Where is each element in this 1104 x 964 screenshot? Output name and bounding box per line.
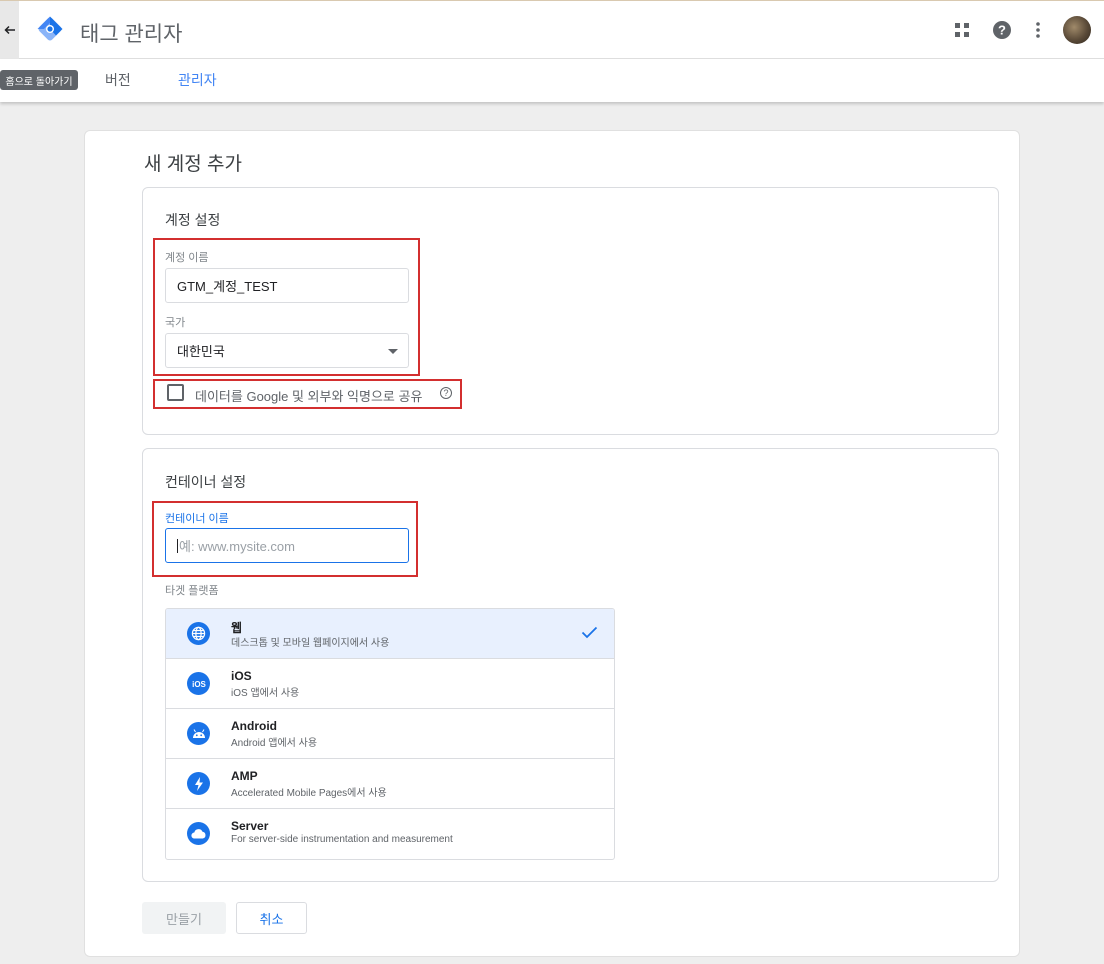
svg-text:?: ?: [998, 23, 1006, 38]
tab-versions[interactable]: 버전: [105, 70, 131, 90]
platform-name: AMP: [231, 769, 258, 783]
account-name-label: 계정 이름: [165, 252, 209, 264]
platform-server[interactable]: Server For server-side instrumentation a…: [166, 809, 614, 859]
share-data-label: 데이터를 Google 및 외부와 익명으로 공유: [195, 389, 423, 404]
account-name-value: GTM_계정_TEST: [177, 279, 278, 294]
container-settings-title: 컨테이너 설정: [165, 474, 247, 490]
help-icon[interactable]: ?: [990, 18, 1014, 42]
more-vert-icon[interactable]: [1026, 18, 1050, 42]
cloud-icon: [187, 822, 210, 845]
tab-admin[interactable]: 관리자: [178, 70, 217, 90]
platform-name: Server: [231, 819, 269, 833]
android-icon: [187, 722, 210, 745]
platform-desc: 데스크톱 및 모바일 웹페이지에서 사용: [231, 638, 390, 649]
platform-desc: Android 앱에서 사용: [231, 738, 318, 749]
globe-icon: [187, 622, 210, 645]
avatar[interactable]: [1063, 16, 1091, 44]
target-platform-label: 타겟 플랫폼: [165, 585, 219, 597]
amp-bolt-icon: [187, 772, 210, 795]
container-name-placeholder: 예: www.mysite.com: [179, 539, 295, 554]
container-name-label: 컨테이너 이름: [165, 513, 229, 525]
platform-list: 웹 데스크톱 및 모바일 웹페이지에서 사용 iOS iOS iOS 앱에서 사…: [165, 608, 615, 860]
text-caret: [177, 538, 178, 553]
account-settings-title: 계정 설정: [165, 212, 221, 228]
platform-web[interactable]: 웹 데스크톱 및 모바일 웹페이지에서 사용: [166, 609, 614, 659]
ios-icon: iOS: [187, 672, 210, 695]
sub-navigation: 홈으로 돌아가기 버전 관리자: [0, 59, 1104, 102]
container-name-input[interactable]: 예: www.mysite.com: [165, 528, 409, 563]
cancel-button[interactable]: 취소: [236, 902, 307, 934]
arrow-back-icon: [3, 25, 15, 35]
apps-grid-icon[interactable]: [950, 18, 974, 42]
back-button[interactable]: [0, 1, 19, 59]
platform-name: Android: [231, 719, 277, 733]
account-name-field[interactable]: GTM_계정_TEST: [165, 268, 409, 303]
container-settings-section: 컨테이너 설정 컨테이너 이름 예: www.mysite.com 타겟 플랫폼…: [142, 448, 999, 882]
platform-android[interactable]: Android Android 앱에서 사용: [166, 709, 614, 759]
country-select[interactable]: 대한민국: [165, 333, 409, 368]
tag-manager-logo: [37, 16, 63, 41]
dropdown-arrow-icon: [388, 349, 398, 354]
account-settings-section: 계정 설정 계정 이름 GTM_계정_TEST 국가 대한민국 데이터를 Goo…: [142, 187, 999, 435]
page-title: 새 계정 추가: [144, 154, 242, 175]
platform-desc: iOS 앱에서 사용: [231, 688, 300, 699]
create-button[interactable]: 만들기: [142, 902, 226, 934]
platform-desc: For server-side instrumentation and meas…: [231, 834, 453, 845]
help-circle-icon[interactable]: ?: [440, 387, 452, 399]
app-bar: 태그 관리자 ?: [0, 0, 1104, 59]
check-icon: [581, 626, 598, 639]
app-title: 태그 관리자: [80, 23, 183, 46]
new-account-card: 새 계정 추가 계정 설정 계정 이름 GTM_계정_TEST 국가 대한민국 …: [84, 130, 1020, 957]
share-data-checkbox[interactable]: [167, 384, 184, 401]
platform-ios[interactable]: iOS iOS iOS 앱에서 사용: [166, 659, 614, 709]
country-label: 국가: [165, 317, 186, 329]
platform-name: iOS: [231, 669, 252, 683]
back-tooltip: 홈으로 돌아가기: [0, 70, 78, 90]
svg-text:iOS: iOS: [192, 680, 206, 689]
platform-desc: Accelerated Mobile Pages에서 사용: [231, 788, 387, 799]
platform-amp[interactable]: AMP Accelerated Mobile Pages에서 사용: [166, 759, 614, 809]
country-value: 대한민국: [177, 344, 225, 359]
